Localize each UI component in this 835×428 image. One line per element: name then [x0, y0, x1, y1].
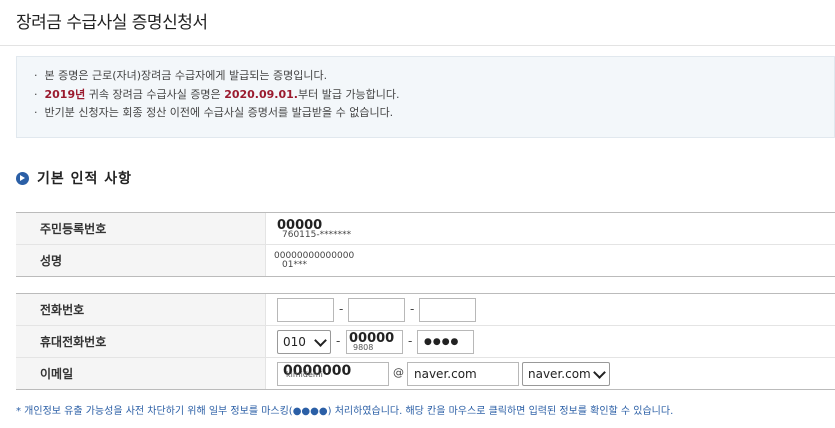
phone-part3-input[interactable] [419, 298, 476, 322]
name-mask-detail: 01*** [282, 260, 307, 270]
masking-footnote: * 개인정보 유출 가능성을 사전 차단하기 위해 일부 정보를 마스킹(●●●… [16, 406, 674, 417]
title-divider [0, 45, 835, 46]
mobile-prefix-select[interactable]: 010 [277, 330, 331, 354]
notice-text: 본 증명은 근로(자녀)장려금 수급자에게 발급되는 증명입니다. [44, 69, 328, 82]
notice-text: 부터 발급 가능합니다. [297, 88, 400, 101]
table-row: 전화번호 - - [16, 294, 835, 326]
mobile-mid-detail: 9808 [353, 343, 374, 352]
rrn-value[interactable]: 00000 760115-******* [266, 213, 835, 244]
chevron-down-icon [314, 333, 327, 347]
table-row: 성명 00000000000000 01*** [16, 245, 835, 276]
dash-separator: - [336, 334, 341, 348]
dash-separator: - [339, 302, 344, 316]
phone-part2-input[interactable] [348, 298, 405, 322]
phone-value: - - [266, 294, 835, 325]
notice-text: 귀속 장려금 수급사실 증명은 [85, 88, 225, 101]
phone-part1-input[interactable] [277, 298, 334, 322]
mobile-label: 휴대전화번호 [16, 326, 266, 357]
dash-separator: - [410, 302, 415, 316]
contact-info-table: 전화번호 - - 휴대전화번호 010 - 00000 9808 - ●●●● … [16, 293, 835, 390]
email-id-detail: kimidemi [286, 370, 323, 379]
mobile-prefix-value: 010 [283, 335, 306, 349]
email-domain-input[interactable]: naver.com [407, 362, 519, 386]
section-header: 기본 인적 사항 [16, 168, 132, 188]
table-row: 이메일 0000000 kimidemi @ naver.com naver.c… [16, 358, 835, 389]
name-label: 성명 [16, 245, 266, 276]
notice-date: 2020.09.01. [224, 88, 298, 101]
notice-item: · 반기분 신청자는 회종 정산 이전에 수급사실 증명서를 발급받을 수 없습… [34, 106, 394, 119]
email-domain-select-value: naver.com [528, 367, 591, 381]
basic-info-table: 주민등록번호 00000 760115-******* 성명 000000000… [16, 212, 835, 277]
email-label: 이메일 [16, 358, 266, 389]
notice-item: · 2019년 귀속 장려금 수급사실 증명은 2020.09.01.부터 발급… [34, 88, 400, 101]
email-id-input[interactable]: 0000000 kimidemi [277, 362, 389, 386]
name-value[interactable]: 00000000000000 01*** [266, 245, 835, 276]
phone-label: 전화번호 [16, 294, 266, 325]
notice-box: · 본 증명은 근로(자녀)장려금 수급자에게 발급되는 증명입니다. · 20… [16, 56, 835, 138]
dash-separator: - [408, 334, 413, 348]
mobile-last-input[interactable]: ●●●● [417, 330, 474, 354]
at-sign: @ [393, 366, 404, 379]
notice-year: 2019년 [44, 88, 86, 101]
chevron-down-icon [593, 365, 606, 379]
table-row: 휴대전화번호 010 - 00000 9808 - ●●●● [16, 326, 835, 358]
mobile-value: 010 - 00000 9808 - ●●●● [266, 326, 835, 357]
notice-text: 반기분 신청자는 회종 정산 이전에 수급사실 증명서를 발급받을 수 없습니다… [44, 106, 394, 119]
page-title: 장려금 수급사실 증명신청서 [16, 13, 208, 33]
mobile-mid-input[interactable]: 00000 9808 [346, 330, 403, 354]
notice-item: · 본 증명은 근로(자녀)장려금 수급자에게 발급되는 증명입니다. [34, 69, 328, 82]
table-row: 주민등록번호 00000 760115-******* [16, 213, 835, 245]
rrn-label: 주민등록번호 [16, 213, 266, 244]
email-domain-select[interactable]: naver.com [522, 362, 610, 386]
section-title: 기본 인적 사항 [37, 171, 133, 187]
rrn-mask-detail: 760115-******* [282, 230, 352, 240]
email-value: 0000000 kimidemi @ naver.com naver.com [266, 358, 835, 389]
arrow-circle-icon [16, 171, 29, 185]
